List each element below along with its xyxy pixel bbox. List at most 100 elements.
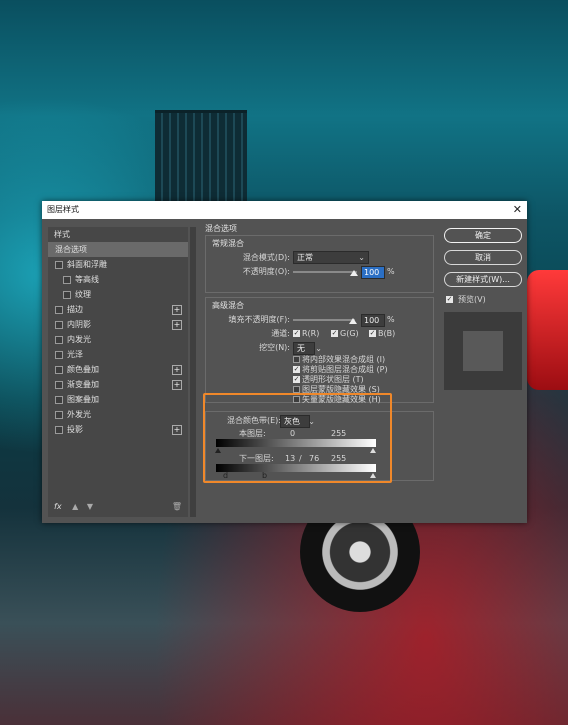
knockout-value: 无: [297, 344, 305, 353]
checkbox[interactable]: [55, 305, 63, 314]
fill-opacity-input[interactable]: 100: [361, 314, 385, 327]
check-icon[interactable]: ✓: [293, 330, 300, 337]
opacity-slider[interactable]: [293, 271, 357, 273]
blend-mode-value: 正常: [297, 253, 313, 262]
style-list-header: 样式: [54, 230, 70, 239]
preview-toggle[interactable]: ✓ 预览(V): [444, 294, 522, 306]
cancel-button[interactable]: 取消: [444, 250, 522, 265]
checkbox[interactable]: [55, 320, 63, 329]
check-icon[interactable]: ✓: [369, 330, 376, 337]
checkbox[interactable]: [55, 365, 63, 374]
add-icon[interactable]: +: [172, 380, 182, 390]
style-item-bevel-emboss[interactable]: 斜面和浮雕: [48, 257, 188, 272]
fill-opacity-label: 填充不透明度(F):: [228, 315, 290, 324]
style-item-color-overlay[interactable]: 颜色叠加 +: [48, 362, 188, 377]
checkbox[interactable]: [55, 380, 63, 389]
channels-row: 通道: ✓ R(R) ✓ G(G) ✓ B(B): [206, 327, 433, 341]
style-item-label: 外发光: [67, 410, 91, 419]
red-car-image: [527, 270, 568, 390]
move-down-icon[interactable]: ▼: [87, 502, 93, 511]
style-item-gradient-overlay[interactable]: 渐变叠加 +: [48, 377, 188, 392]
option-blend-clipped[interactable]: ✓ 将剪贴图层混合成组 (P): [293, 365, 433, 375]
option-label: 将剪贴图层混合成组 (P): [302, 365, 388, 374]
dialog-buttons: 确定 取消 新建样式(W)... ✓ 预览(V): [444, 228, 522, 390]
opacity-slider-thumb[interactable]: [350, 270, 358, 276]
blend-mode-select[interactable]: 正常 ⌄: [293, 251, 369, 264]
checkbox[interactable]: [293, 386, 300, 393]
style-item-label: 图案叠加: [67, 395, 99, 404]
style-item-blend-options[interactable]: 混合选项: [48, 242, 188, 257]
style-list-scrollbar[interactable]: [190, 227, 196, 517]
blend-mode-row: 混合模式(D): 正常 ⌄: [206, 251, 433, 265]
opacity-unit: %: [387, 267, 395, 276]
style-list-panel: 样式 混合选项 斜面和浮雕 等高线 纹理 描边 + 内阴影 + 内发光 光泽 颜色叠…: [48, 227, 188, 517]
style-item-drop-shadow[interactable]: 投影 +: [48, 422, 188, 437]
channel-r[interactable]: ✓ R(R): [293, 327, 319, 341]
option-blend-interior[interactable]: 将内部效果混合成组 (I): [293, 355, 433, 365]
style-item-label: 渐变叠加: [67, 380, 99, 389]
checkbox[interactable]: [55, 350, 63, 359]
checkbox[interactable]: [63, 290, 71, 299]
add-icon[interactable]: +: [172, 365, 182, 375]
new-style-button[interactable]: 新建样式(W)...: [444, 272, 522, 287]
channel-g-label: G(G): [340, 329, 359, 338]
option-transparency-shapes[interactable]: ✓ 透明形状图层 (T): [293, 375, 433, 385]
move-up-icon[interactable]: ▲: [72, 502, 78, 511]
style-item-label: 描边: [67, 305, 83, 314]
channel-g[interactable]: ✓ G(G): [331, 327, 359, 341]
blend-mode-label: 混合模式(D):: [242, 253, 290, 262]
checkbox[interactable]: [55, 260, 63, 269]
close-icon[interactable]: ✕: [513, 201, 522, 219]
dialog-titlebar[interactable]: 图层样式 ✕: [42, 201, 527, 219]
check-icon[interactable]: ✓: [293, 376, 300, 383]
style-item-outer-glow[interactable]: 外发光: [48, 407, 188, 422]
blend-if-highlight-box: [203, 393, 392, 483]
style-item-satin[interactable]: 光泽: [48, 347, 188, 362]
check-icon[interactable]: ✓: [446, 296, 453, 303]
ok-button[interactable]: 确定: [444, 228, 522, 243]
channel-b-label: B(B): [378, 329, 396, 338]
fill-opacity-row: 填充不透明度(F): 100 %: [206, 313, 433, 327]
section-title: 混合选项: [205, 224, 237, 233]
check-icon[interactable]: ✓: [331, 330, 338, 337]
style-item-inner-glow[interactable]: 内发光: [48, 332, 188, 347]
building-image: [155, 110, 247, 209]
fill-opacity-slider[interactable]: [293, 319, 355, 321]
style-item-label: 等高线: [75, 275, 99, 284]
checkbox[interactable]: [55, 395, 63, 404]
style-item-inner-shadow[interactable]: 内阴影 +: [48, 317, 188, 332]
check-icon[interactable]: ✓: [293, 366, 300, 373]
trash-icon[interactable]: 🗑: [172, 502, 182, 511]
style-item-stroke[interactable]: 描边 +: [48, 302, 188, 317]
knockout-row: 挖空(N): 无 ⌄: [206, 341, 433, 355]
style-preview-thumbnail: [444, 312, 522, 390]
channel-r-label: R(R): [302, 329, 320, 338]
style-preview-swatch: [463, 331, 503, 371]
style-item-texture[interactable]: 纹理: [48, 287, 188, 302]
knockout-select[interactable]: 无 ⌄: [293, 342, 322, 355]
checkbox[interactable]: [55, 425, 63, 434]
channel-b[interactable]: ✓ B(B): [369, 327, 395, 341]
style-item-label: 纹理: [75, 290, 91, 299]
style-item-label: 斜面和浮雕: [67, 260, 107, 269]
add-icon[interactable]: +: [172, 320, 182, 330]
fill-opacity-unit: %: [387, 315, 395, 324]
style-item-label: 内发光: [67, 335, 91, 344]
add-icon[interactable]: +: [172, 305, 182, 315]
add-icon[interactable]: +: [172, 425, 182, 435]
checkbox[interactable]: [55, 335, 63, 344]
style-item-pattern-overlay[interactable]: 图案叠加: [48, 392, 188, 407]
channels-label: 通道:: [271, 329, 290, 338]
style-item-contour[interactable]: 等高线: [48, 272, 188, 287]
fill-opacity-slider-thumb[interactable]: [349, 318, 357, 324]
checkbox[interactable]: [63, 275, 71, 284]
style-item-label: 投影: [67, 425, 83, 434]
knockout-label: 挖空(N):: [259, 343, 290, 352]
opacity-input[interactable]: 100: [361, 266, 385, 279]
checkbox[interactable]: [293, 356, 300, 363]
fx-icon[interactable]: fx: [54, 502, 62, 511]
style-item-label: 颜色叠加: [67, 365, 99, 374]
chevron-down-icon: ⌄: [358, 253, 365, 262]
preview-label: 预览(V): [458, 295, 486, 304]
checkbox[interactable]: [55, 410, 63, 419]
